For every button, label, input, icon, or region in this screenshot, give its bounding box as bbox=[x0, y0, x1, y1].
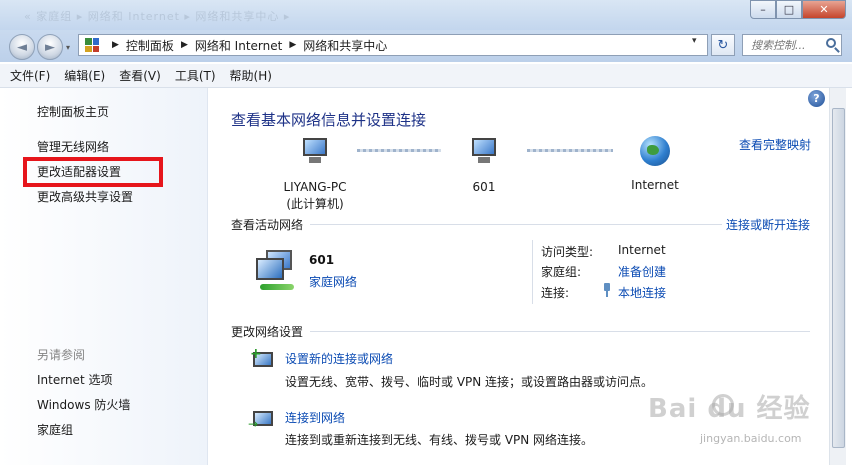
active-networks-heading: 查看活动网络 bbox=[231, 218, 304, 232]
recent-pages-dropdown-icon[interactable]: ▾ bbox=[66, 43, 70, 52]
pc-name: LIYANG-PC bbox=[283, 180, 347, 194]
chevron-right-icon[interactable]: ▶ bbox=[289, 40, 296, 50]
menu-edit[interactable]: 编辑(E) bbox=[64, 67, 105, 84]
refresh-button[interactable]: ↻ bbox=[711, 34, 735, 56]
computer-icon bbox=[299, 138, 331, 166]
network-type-link[interactable]: 家庭网络 bbox=[309, 273, 357, 290]
home-network-icon bbox=[252, 248, 302, 294]
connect-to-network-desc: 连接到或重新连接到无线、有线、拨号或 VPN 网络连接。 bbox=[285, 433, 594, 447]
access-type-value: Internet bbox=[618, 243, 666, 257]
menu-file[interactable]: 文件(F) bbox=[10, 67, 50, 84]
network-map-this-pc[interactable]: LIYANG-PC (此计算机) bbox=[278, 138, 352, 213]
menu-bar: 文件(F) 编辑(E) 查看(V) 工具(T) 帮助(H) bbox=[0, 64, 852, 88]
search-box[interactable] bbox=[742, 34, 842, 56]
new-connection-icon: + bbox=[250, 347, 276, 372]
chevron-right-icon[interactable]: ▶ bbox=[112, 40, 119, 50]
globe-icon bbox=[640, 136, 670, 166]
connect-to-network-icon: → bbox=[248, 407, 276, 431]
windows-firewall-link[interactable]: Windows 防火墙 bbox=[37, 396, 130, 413]
maximize-button[interactable]: □ bbox=[776, 0, 802, 19]
ethernet-plug-icon bbox=[603, 283, 611, 297]
watermark-url: jingyan.baidu.com bbox=[700, 432, 802, 445]
red-highlight-annotation bbox=[23, 157, 163, 187]
active-network-name: 601 bbox=[309, 253, 335, 267]
control-panel-icon bbox=[85, 38, 99, 52]
menu-tools[interactable]: 工具(T) bbox=[175, 67, 216, 84]
homegroup-label: 家庭组: bbox=[541, 265, 582, 279]
search-input[interactable] bbox=[743, 35, 823, 55]
minimize-button[interactable]: – bbox=[750, 0, 776, 19]
vertical-scrollbar[interactable] bbox=[829, 88, 846, 465]
breadcrumb-network-sharing-center[interactable]: 网络和共享中心 bbox=[303, 37, 387, 54]
chevron-right-icon[interactable]: ▶ bbox=[181, 40, 188, 50]
address-bar[interactable]: ▶ 控制面板 ▶ 网络和 Internet ▶ 网络和共享中心 bbox=[78, 34, 708, 56]
manage-wireless-networks-link[interactable]: 管理无线网络 bbox=[37, 138, 109, 155]
watermark: Bai du 经验 bbox=[648, 394, 811, 424]
network-icon bbox=[468, 138, 500, 166]
search-icon[interactable] bbox=[826, 38, 836, 48]
change-settings-heading: 更改网络设置 bbox=[231, 325, 304, 339]
forward-button[interactable]: ► bbox=[37, 34, 63, 60]
internet-options-link[interactable]: Internet 选项 bbox=[37, 371, 112, 388]
network-map-network[interactable]: 601 bbox=[462, 138, 506, 196]
window-controls: – □ ✕ bbox=[750, 0, 846, 19]
setup-new-connection-desc: 设置无线、宽带、拨号、临时或 VPN 连接；或设置路由器或访问点。 bbox=[285, 375, 654, 389]
connect-or-disconnect-link[interactable]: 连接或断开连接 bbox=[726, 216, 810, 233]
menu-view[interactable]: 查看(V) bbox=[119, 67, 161, 84]
local-connection-link[interactable]: 本地连接 bbox=[618, 284, 666, 301]
title-ghost-text: « 家庭组 ▸ 网络和 Internet ▸ 网络和共享中心 ▸ bbox=[24, 10, 291, 23]
see-full-map-link[interactable]: 查看完整映射 bbox=[739, 136, 811, 153]
divider bbox=[532, 240, 533, 304]
menu-help[interactable]: 帮助(H) bbox=[230, 67, 272, 84]
page-title: 查看基本网络信息并设置连接 bbox=[231, 111, 427, 129]
see-also-heading: 另请参阅 bbox=[37, 348, 86, 362]
internet-node-label: Internet bbox=[631, 178, 679, 192]
breadcrumb-control-panel[interactable]: 控制面板 bbox=[126, 37, 174, 54]
help-icon[interactable]: ? bbox=[808, 90, 825, 107]
control-panel-home-link[interactable]: 控制面板主页 bbox=[37, 103, 109, 120]
map-connector-line bbox=[527, 149, 613, 152]
connect-to-network-link[interactable]: 连接到网络 bbox=[285, 409, 345, 426]
title-bar: « 家庭组 ▸ 网络和 Internet ▸ 网络和共享中心 ▸ – □ ✕ bbox=[0, 0, 852, 30]
homegroup-link[interactable]: 家庭组 bbox=[37, 421, 73, 438]
address-dropdown-icon[interactable]: ▾ bbox=[692, 36, 697, 46]
setup-new-connection-link[interactable]: 设置新的连接或网络 bbox=[285, 350, 393, 367]
network-node-name: 601 bbox=[472, 180, 496, 194]
homegroup-ready-link[interactable]: 准备创建 bbox=[618, 263, 666, 280]
access-type-label: 访问类型: bbox=[541, 245, 594, 259]
breadcrumb-network-internet[interactable]: 网络和 Internet bbox=[195, 37, 282, 54]
change-advanced-sharing-link[interactable]: 更改高级共享设置 bbox=[37, 188, 133, 205]
connections-label: 连接: bbox=[541, 286, 570, 300]
pc-subtitle: (此计算机) bbox=[286, 197, 344, 211]
left-task-pane: 控制面板主页 管理无线网络 更改适配器设置 更改高级共享设置 另请参阅 Inte… bbox=[0, 88, 208, 465]
back-button[interactable]: ◄ bbox=[9, 34, 35, 60]
divider bbox=[310, 224, 722, 225]
scrollbar-thumb[interactable] bbox=[832, 108, 845, 448]
close-button[interactable]: ✕ bbox=[802, 0, 846, 19]
divider bbox=[310, 331, 810, 332]
map-connector-line bbox=[357, 149, 441, 152]
network-map-internet[interactable]: Internet bbox=[627, 136, 683, 194]
